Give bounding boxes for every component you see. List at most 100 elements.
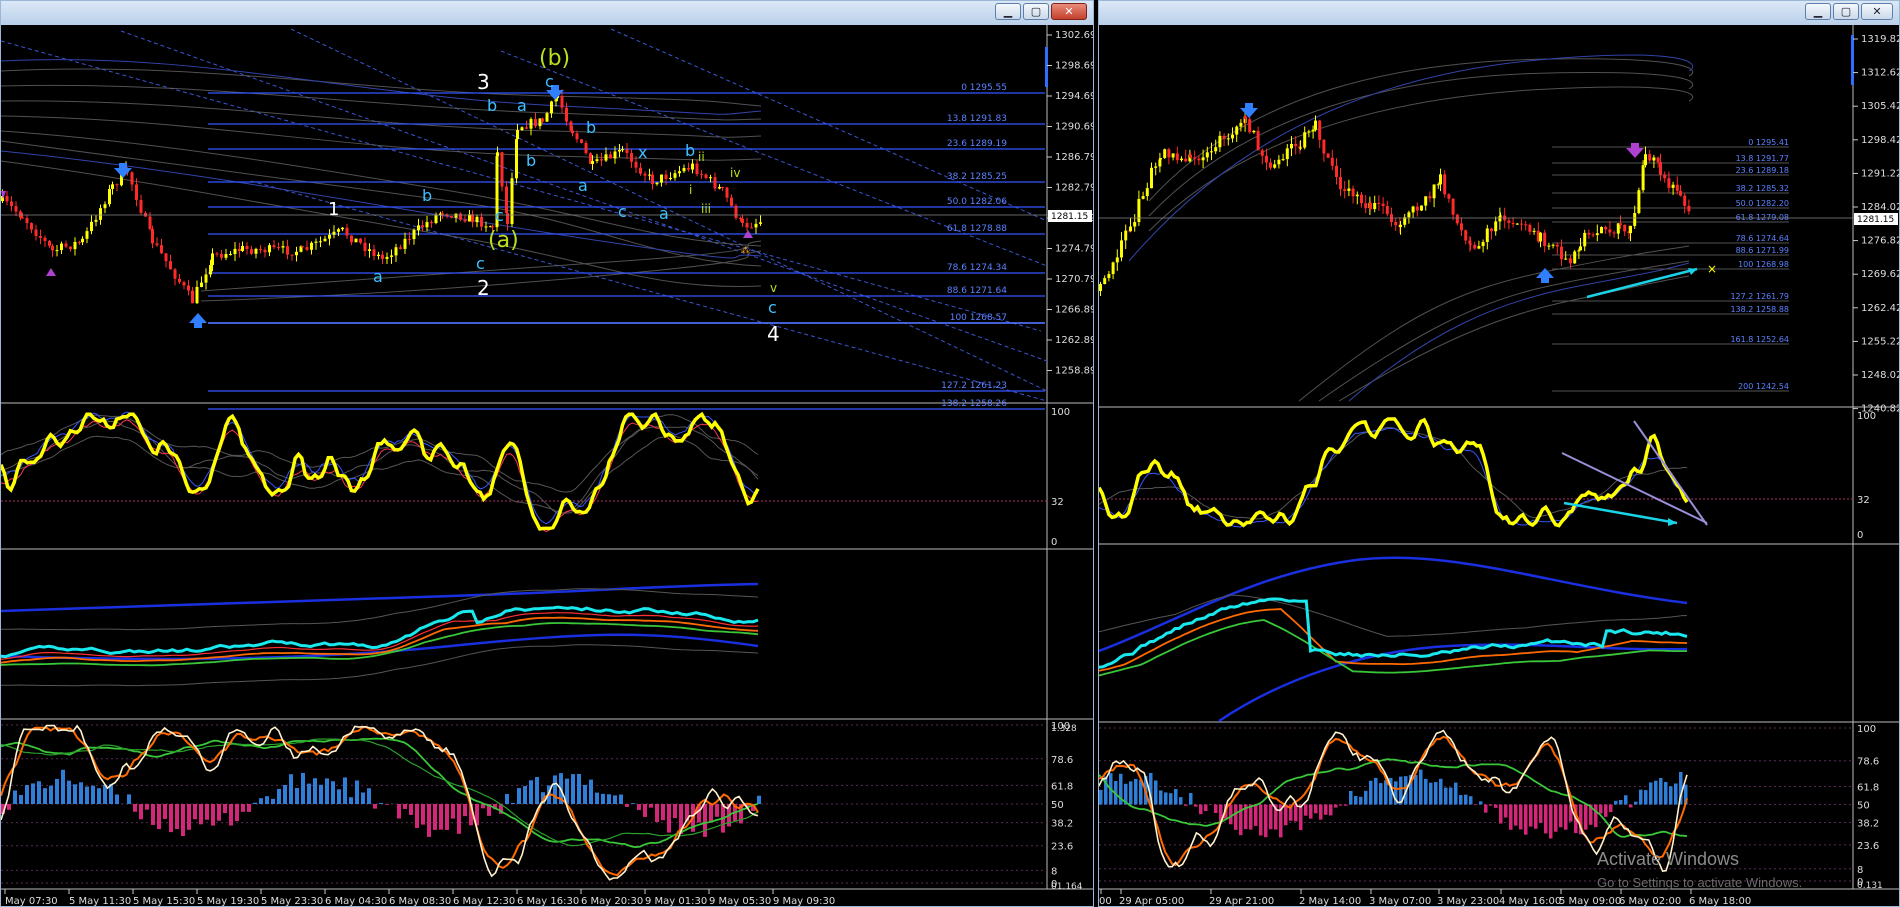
wave-label: b <box>685 141 695 160</box>
wave-a-paren-label: (a) <box>488 228 519 253</box>
rsi-level-label: 0 <box>1051 537 1057 548</box>
osc-level-label: 61.8 <box>1857 782 1879 793</box>
time-tick-label: 6 May 12:30 <box>453 896 515 907</box>
fib-level-label: 100 1268.57 <box>950 313 1007 323</box>
time-tick-label: 6 May 02:00 <box>1619 896 1681 907</box>
price-tick-label: 1262.42 <box>1861 303 1900 314</box>
right-fib-levels: 0 1295.41 13.8 1291.77 23.6 1289.18 38.2 12… <box>1552 138 1789 392</box>
time-tick-label: 5 May 11:30 <box>69 896 131 907</box>
left-time-axis: May 07:30 5 May 11:30 5 May 15:30 5 May 19:… <box>4 889 835 907</box>
osc-level-label: 8 <box>1051 866 1057 877</box>
wave-label: c <box>545 72 554 91</box>
indicator-line <box>1099 758 1688 838</box>
left-rsi-pane: 100 32 0 <box>1 407 1070 548</box>
rsi-level-label: 0 <box>1857 530 1863 541</box>
price-tick-label: 1258.89 <box>1055 366 1094 377</box>
time-tick-label: 29 Apr 21:00 <box>1209 896 1274 907</box>
left-chart-canvas[interactable]: 0 1295.5513.8 1291.8323.6 1289.1938.2 12… <box>1 1 1094 907</box>
price-tick-label: 1291.22 <box>1861 168 1900 179</box>
time-tick-label: May 07:30 <box>5 896 58 907</box>
fib-level-label: 38.2 1285.25 <box>947 172 1007 182</box>
fib-level-label: 138.2 1258.26 <box>941 399 1007 409</box>
indicator-line <box>1099 427 1688 528</box>
osc-level-label: 8 <box>1857 865 1863 876</box>
wave-label: c <box>495 206 504 225</box>
wave-label: b <box>422 186 432 205</box>
price-tick-label: 1284.02 <box>1861 202 1900 213</box>
right-time-axis: 00 29 Apr 05:00 29 Apr 21:00 2 May 14:00 3 M… <box>1099 889 1751 907</box>
time-tick-label: 29 Apr 05:00 <box>1119 896 1184 907</box>
wave-4-label: 4 <box>767 322 780 346</box>
rsi-level-label: 100 <box>1857 411 1876 422</box>
wave-label: a <box>578 176 588 195</box>
right-rsi-pane: 100 32 0 <box>1099 411 1876 541</box>
fib-level-label: 161.8 1252.64 <box>1730 335 1789 344</box>
fib-level-label: 23.6 1289.18 <box>1736 166 1789 175</box>
time-tick-label: 2 May 14:00 <box>1299 896 1361 907</box>
svg-text:⁂: ⁂ <box>741 245 750 256</box>
osc-bottom-label: 0.131 <box>1857 881 1883 891</box>
fib-level-label: 0 1295.41 <box>1748 138 1789 147</box>
rsi-level-label: 100 <box>1051 407 1070 418</box>
price-tick-label: 1294.69 <box>1055 91 1094 102</box>
price-tick-label: 1276.82 <box>1861 236 1900 247</box>
time-tick-label: 6 May 04:30 <box>325 896 387 907</box>
down-arrow-icon <box>1626 143 1644 158</box>
right-candles <box>1099 111 1691 297</box>
fib-level-label: 88.6 1271.99 <box>1736 246 1789 255</box>
time-tick-label: 5 May 15:30 <box>133 896 195 907</box>
osc-level-label: 78.6 <box>1857 757 1879 768</box>
wave-label: b <box>586 118 596 137</box>
down-arrow-icon <box>1240 103 1258 118</box>
wave-1-label: 1 <box>328 199 339 220</box>
right-oscillator-pane: 10078.661.85038.223.6800.131 <box>1099 724 1883 891</box>
left-oscillator-pane: 10078.661.85038.223.6801.32801.164 <box>1 721 1083 892</box>
fib-level-label: 23.6 1289.19 <box>947 139 1007 149</box>
wave-2-label: 2 <box>477 276 490 300</box>
fib-level-label: 100 1268.98 <box>1738 260 1789 269</box>
time-tick-label: 5 May 19:30 <box>197 896 259 907</box>
osc-level-label: 38.2 <box>1051 819 1073 830</box>
right-chart-window: ▁ ▢ ✕ 0 1295.41 13.8 1291.77 23.6 1289.18 3… <box>1098 0 1900 907</box>
right-chart-canvas[interactable]: 0 1295.41 13.8 1291.77 23.6 1289.18 38.2 12… <box>1099 1 1900 907</box>
wave-label: c <box>768 298 777 317</box>
price-tick-label: 1319.82 <box>1861 34 1900 45</box>
time-tick-label: 5 May 23:30 <box>261 896 323 907</box>
indicator-line <box>1099 608 1688 672</box>
osc-level-label: 23.6 <box>1857 841 1879 852</box>
indicator-line <box>1 411 760 531</box>
osc-bottom-label: 01.164 <box>1051 882 1083 892</box>
price-tick-label: 1270.79 <box>1055 274 1094 285</box>
time-tick-label: 6 May 20:30 <box>581 896 643 907</box>
fib-level-label: 78.6 1274.34 <box>947 263 1007 273</box>
wave-label: a <box>517 96 527 115</box>
osc-top-label: 1.328 <box>1051 724 1077 734</box>
wave-label: ii <box>698 150 705 164</box>
wave-label: iv <box>730 166 740 180</box>
time-tick-label: 5 May 09:00 <box>1559 896 1621 907</box>
fib-level-label: 127.2 1261.79 <box>1730 292 1789 301</box>
wave-label: b <box>487 96 497 115</box>
price-tick-label: 1298.69 <box>1055 61 1094 72</box>
price-tick-label: 1274.79 <box>1055 244 1094 255</box>
indicator-line <box>1 419 759 533</box>
osc-level-label: 61.8 <box>1051 781 1073 792</box>
time-tick-label: 6 May 18:00 <box>1689 896 1751 907</box>
left-current-price: 1281.15 <box>1051 212 1088 222</box>
price-tick-label: 1302.69 <box>1055 30 1094 41</box>
wave-label: a <box>659 204 669 223</box>
price-tick-label: 1286.79 <box>1055 152 1094 163</box>
price-tick-label: 1255.22 <box>1861 336 1900 347</box>
price-tick-label: 1262.89 <box>1055 335 1094 346</box>
indicator-line <box>1099 735 1688 867</box>
left-price-axis: 1302.69 1298.69 1294.69 1290.69 1286.79 1282.… <box>1047 30 1094 377</box>
indicator-line <box>1 738 759 847</box>
time-tick-label: 3 May 23:00 <box>1437 896 1499 907</box>
price-tick-label: 1282.79 <box>1055 183 1094 194</box>
left-chart-window: ▁ ▢ ✕ 0 1295.55 13.8 1291.83 23.6 1289.1… <box>0 0 1094 907</box>
wave-b-paren-label: (b) <box>539 46 570 71</box>
osc-level-label: 50 <box>1051 800 1064 811</box>
rsi-level-label: 32 <box>1051 497 1064 508</box>
wave-label: v <box>770 281 777 295</box>
fib-level-label: 50.0 1282.20 <box>1736 199 1789 208</box>
